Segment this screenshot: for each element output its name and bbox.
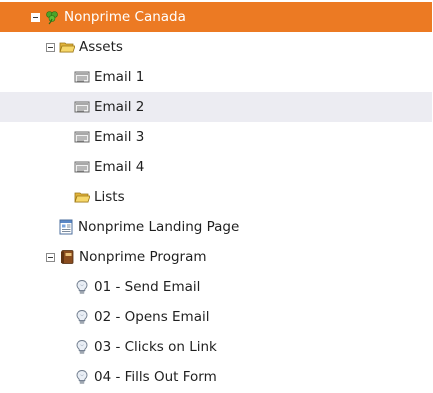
tree-node-label: 02 - Opens Email [94, 309, 210, 325]
tree-node-campaign-01[interactable]: 01 - Send Email [0, 272, 432, 302]
tree-node-email-2[interactable]: Email 2 [0, 92, 432, 122]
asset-tree: Nonprime Canada Assets Email 1 Email 2 E… [0, 0, 433, 393]
tree-node-label: Email 3 [94, 129, 145, 145]
lightbulb-icon [74, 369, 90, 385]
email-icon [74, 129, 90, 145]
tree-node-campaign-02[interactable]: 02 - Opens Email [0, 302, 432, 332]
email-icon [74, 69, 90, 85]
lightbulb-icon [74, 279, 90, 295]
folder-icon [74, 189, 90, 205]
tree-node-campaign-04[interactable]: 04 - Fills Out Form [0, 362, 432, 392]
tree-node-label: Assets [79, 39, 123, 55]
tree-node-label: Nonprime Program [79, 249, 207, 265]
tree-node-campaign-03[interactable]: 03 - Clicks on Link [0, 332, 432, 362]
tree-node-label: Nonprime Canada [64, 9, 186, 25]
folder-open-icon [59, 39, 75, 55]
tree-node-lists[interactable]: Lists [0, 182, 432, 212]
collapse-toggle-icon[interactable] [46, 42, 55, 52]
collapse-toggle-icon[interactable] [46, 252, 55, 262]
collapse-toggle-icon[interactable] [31, 12, 40, 22]
landing-page-icon [58, 219, 74, 235]
tree-node-assets[interactable]: Assets [0, 32, 432, 62]
tree-node-label: Email 2 [94, 99, 145, 115]
email-icon [74, 99, 90, 115]
tree-node-label: Email 1 [94, 69, 145, 85]
tree-node-email-3[interactable]: Email 3 [0, 122, 432, 152]
tree-node-label: Nonprime Landing Page [78, 219, 240, 235]
tree-node-nonprime-canada[interactable]: Nonprime Canada [0, 2, 432, 32]
lightbulb-icon [74, 309, 90, 325]
clover-workspace-icon [44, 9, 60, 25]
tree-node-label: Email 4 [94, 159, 145, 175]
tree-node-label: 01 - Send Email [94, 279, 201, 295]
tree-node-email-1[interactable]: Email 1 [0, 62, 432, 92]
tree-node-nonprime-program[interactable]: Nonprime Program [0, 242, 432, 272]
program-book-icon [59, 249, 75, 265]
tree-node-label: Lists [94, 189, 125, 205]
tree-node-email-4[interactable]: Email 4 [0, 152, 432, 182]
email-icon [74, 159, 90, 175]
tree-node-label: 03 - Clicks on Link [94, 339, 217, 355]
tree-node-nonprime-landing-page[interactable]: Nonprime Landing Page [0, 212, 432, 242]
lightbulb-icon [74, 339, 90, 355]
tree-node-label: 04 - Fills Out Form [94, 369, 217, 385]
